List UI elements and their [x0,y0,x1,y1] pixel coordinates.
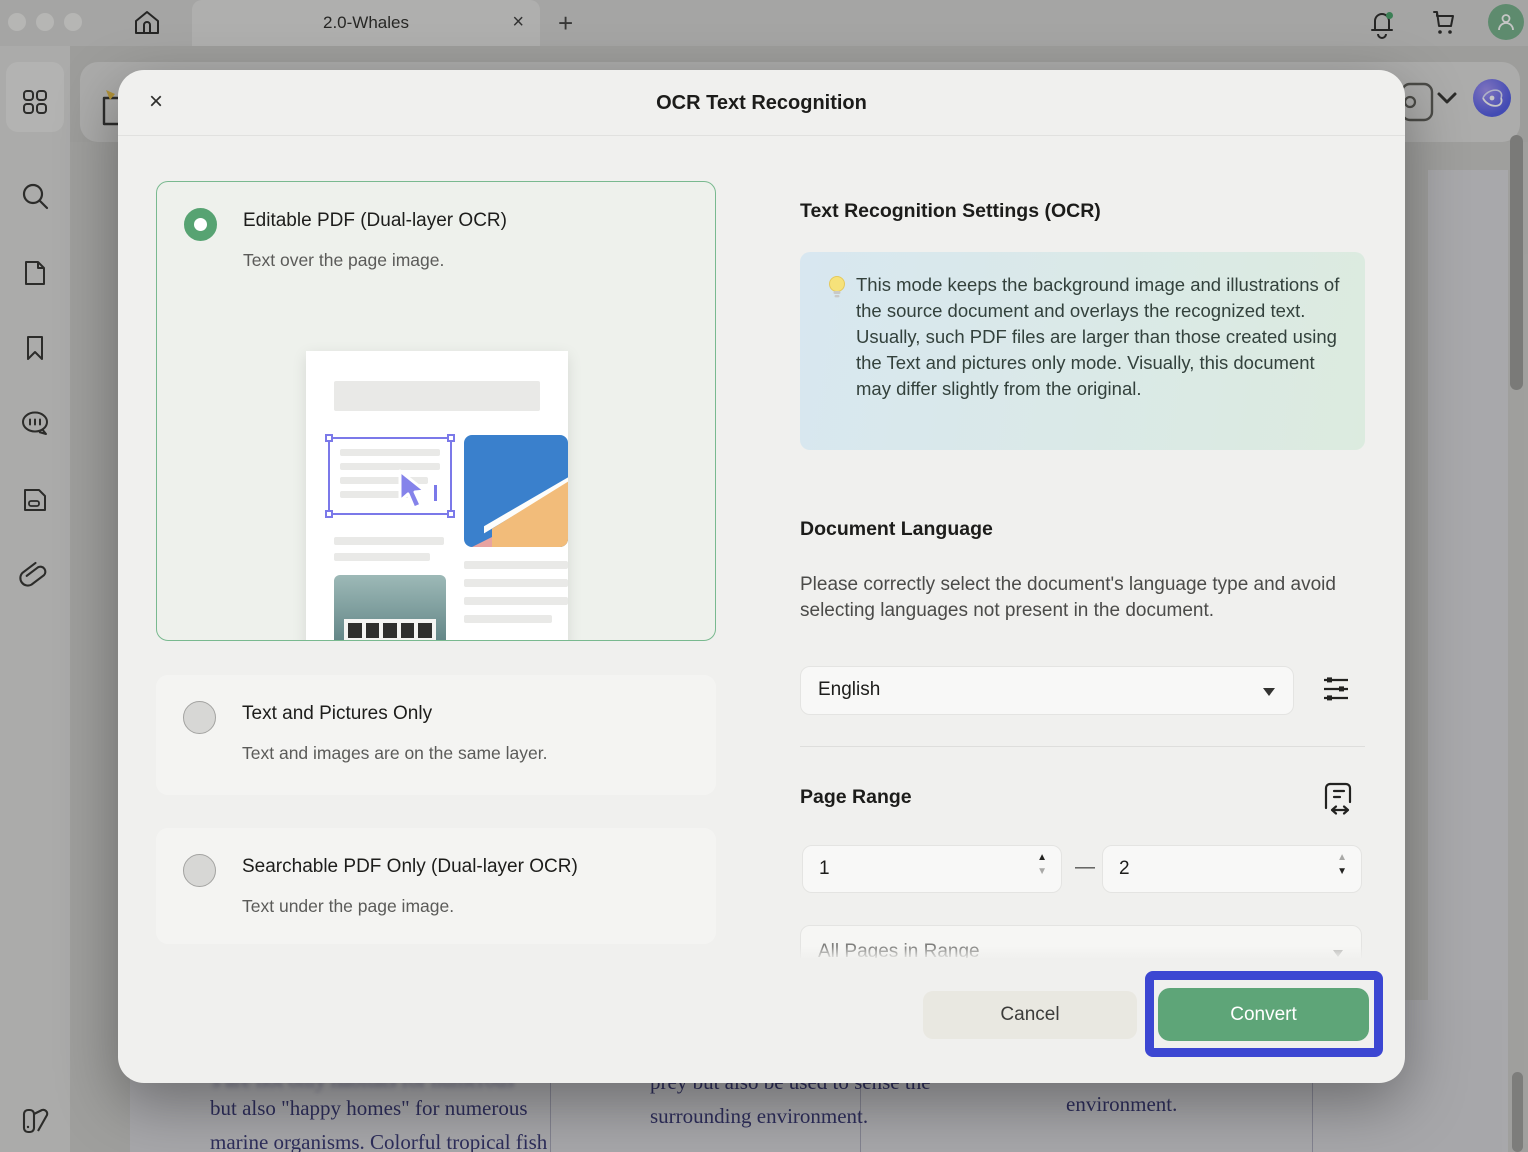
ocr-mode-illustration [306,351,568,640]
step-up-icon[interactable]: ▲ [1037,853,1047,863]
tip-text: This mode keeps the background image and… [856,274,1340,399]
option-subtitle: Text over the page image. [243,250,445,270]
radio-unselected-icon[interactable] [183,701,216,734]
page-range-heading: Page Range [800,786,912,808]
language-advanced-button[interactable] [1320,672,1352,706]
illustration-photo-building [464,435,568,547]
cursor-icon [392,467,436,515]
dialog-title: OCR Text Recognition [656,92,867,114]
option-subtitle: Text under the page image. [242,896,455,916]
cancel-button[interactable]: Cancel [923,991,1137,1039]
page-range-icon [1324,782,1352,815]
illustration-photo-windows [334,575,446,640]
scroll-fade [800,946,1362,960]
option-title: Text and Pictures Only [242,703,433,724]
language-description: Please correctly select the document's l… [800,574,1336,621]
option-text-pictures-only[interactable]: Text and Pictures Only Text and images a… [156,675,716,795]
page-from-field[interactable]: ▲ ▼ [802,845,1062,893]
option-editable-pdf[interactable]: Editable PDF (Dual-layer OCR) Text over … [156,181,716,641]
option-title: Searchable PDF Only (Dual-layer OCR) [242,856,578,877]
step-up-icon[interactable]: ▲ [1337,853,1347,863]
range-separator: — [1075,856,1095,878]
radio-unselected-icon[interactable] [183,854,216,887]
page-to-field[interactable]: ▲ ▼ [1102,845,1362,893]
settings-heading: Text Recognition Settings (OCR) [800,200,1101,222]
option-searchable-pdf[interactable]: Searchable PDF Only (Dual-layer OCR) Tex… [156,828,716,944]
dropdown-caret-icon [1263,688,1275,696]
tip-box: This mode keeps the background image and… [800,252,1365,450]
option-subtitle: Text and images are on the same layer. [242,743,548,763]
stepper-arrows[interactable]: ▲ ▼ [1037,853,1047,877]
step-down-icon[interactable]: ▼ [1037,867,1047,877]
action-highlight-box [1145,971,1383,1057]
language-heading: Document Language [800,518,993,540]
page-from-input[interactable] [819,846,1009,892]
section-divider [800,746,1365,747]
dialog-header: × OCR Text Recognition [118,70,1405,136]
page-range-picker-button[interactable] [1322,780,1356,820]
lightbulb-icon [826,274,848,302]
sliders-icon [1324,677,1348,701]
ocr-dialog: × OCR Text Recognition Editable PDF (Dua… [118,70,1405,1083]
step-down-icon[interactable]: ▼ [1337,867,1347,877]
cancel-label: Cancel [1000,1004,1060,1025]
language-selected-value: English [818,679,881,700]
radio-selected-icon[interactable] [184,208,217,241]
language-select[interactable]: English [800,666,1294,715]
page-to-input[interactable] [1119,846,1309,892]
option-title: Editable PDF (Dual-layer OCR) [243,210,507,231]
app-window: 2.0-Whales × + but also "happy homes" fo… [0,0,1528,1152]
stepper-arrows[interactable]: ▲ ▼ [1337,853,1347,877]
